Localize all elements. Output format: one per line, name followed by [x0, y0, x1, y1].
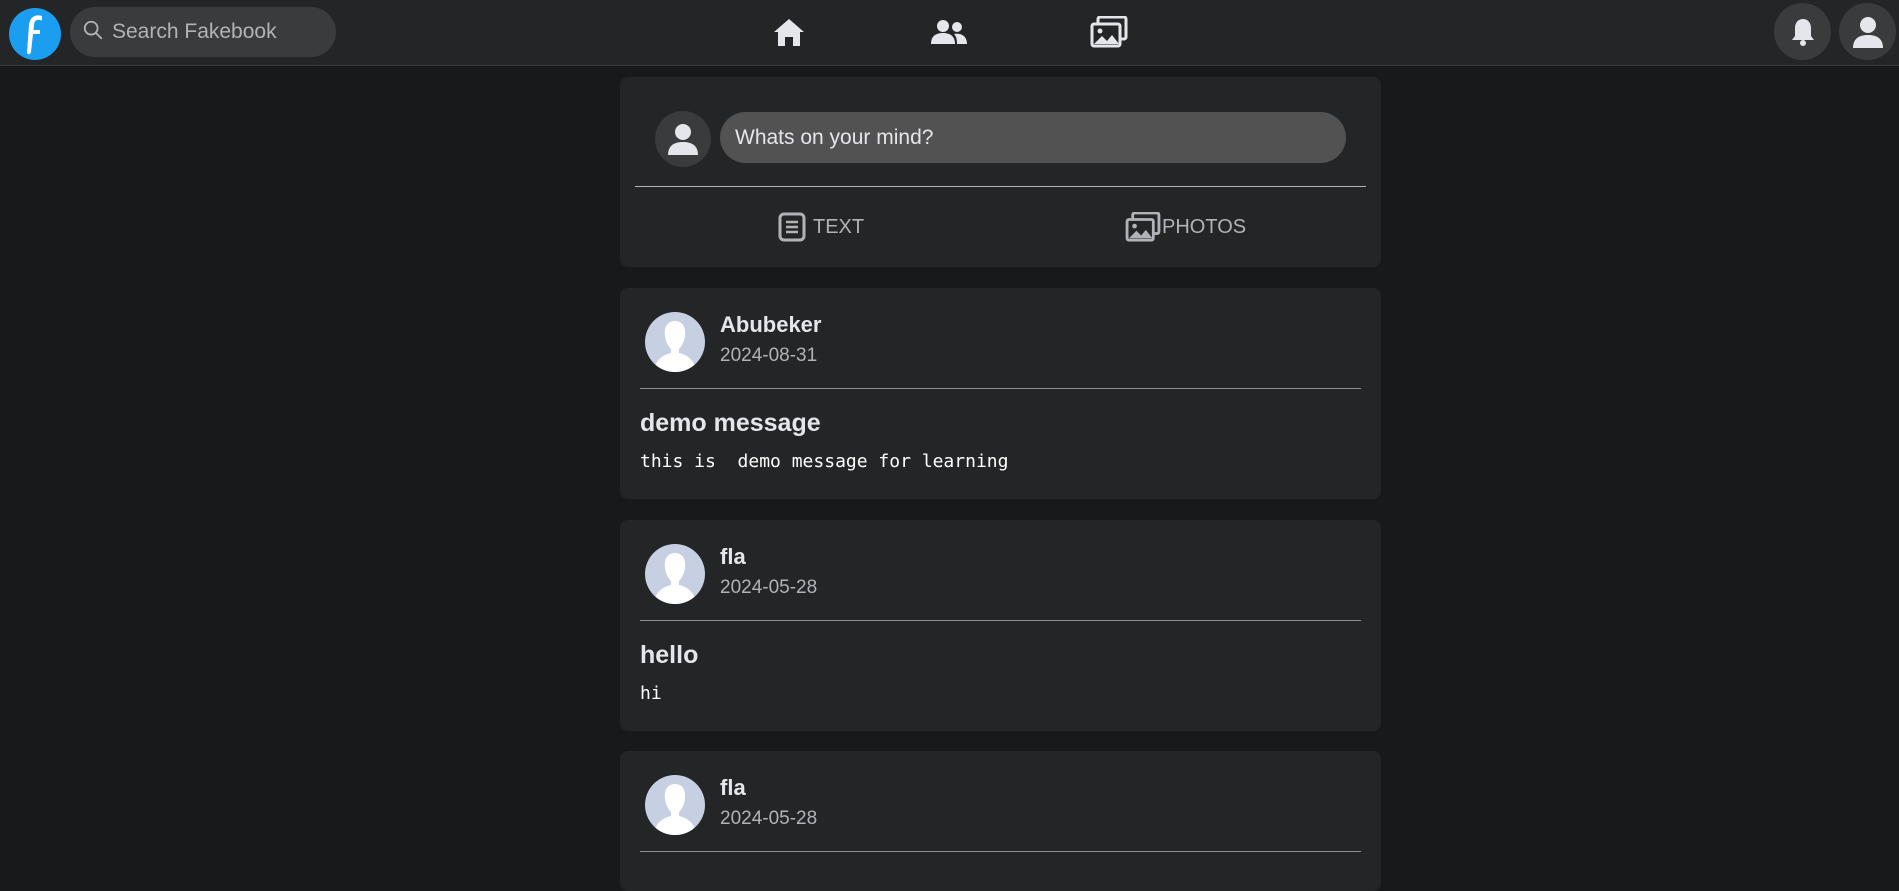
logo-f-glyph	[27, 15, 42, 55]
post-divider	[640, 851, 1361, 852]
post-date: 2024-05-28	[720, 577, 818, 598]
default-avatar-icon	[653, 321, 697, 372]
bell-icon	[1791, 18, 1814, 46]
post-divider	[640, 388, 1361, 389]
search-input[interactable]	[110, 19, 336, 45]
post-body: this is demo message for learning	[640, 451, 1009, 472]
user-icon	[1852, 16, 1883, 48]
default-avatar-icon	[653, 553, 697, 604]
post-card: fla 2024-05-28	[620, 751, 1381, 891]
photos-icon	[1125, 212, 1161, 242]
text-post-button[interactable]: TEXT	[778, 209, 864, 245]
account-button[interactable]	[1839, 3, 1896, 60]
post-author[interactable]: Abubeker	[720, 312, 821, 338]
author-avatar[interactable]	[645, 544, 705, 604]
post-author[interactable]: fla	[720, 544, 746, 570]
post-date: 2024-08-31	[720, 345, 818, 366]
nav-photos[interactable]	[1079, 11, 1139, 53]
search-box[interactable]	[70, 7, 336, 57]
post-title: hello	[640, 641, 699, 669]
photos-post-button[interactable]: PHOTOS	[1125, 209, 1246, 245]
top-navbar	[0, 0, 1899, 66]
notifications-button[interactable]	[1774, 3, 1831, 60]
text-note-icon	[778, 212, 806, 242]
user-icon	[668, 124, 698, 155]
post-date: 2024-05-28	[720, 808, 818, 829]
post-title: demo message	[640, 409, 821, 437]
nav-home[interactable]	[759, 11, 819, 53]
post-divider	[640, 620, 1361, 621]
fakebook-logo[interactable]	[9, 8, 61, 60]
composer-divider	[635, 186, 1366, 187]
post-card: fla 2024-05-28 hello hi	[620, 520, 1381, 731]
composer-avatar	[655, 111, 711, 167]
post-composer: Whats on your mind? TEXT PHOTOS	[620, 77, 1381, 267]
photos-post-label: PHOTOS	[1162, 215, 1247, 238]
nav-friends[interactable]	[919, 11, 979, 53]
whats-on-your-mind-input[interactable]: Whats on your mind?	[720, 112, 1346, 163]
home-icon	[774, 19, 804, 46]
post-author[interactable]: fla	[720, 775, 746, 801]
friends-icon	[931, 20, 967, 44]
text-post-label: TEXT	[813, 215, 865, 238]
post-card: Abubeker 2024-08-31 demo message this is…	[620, 288, 1381, 499]
search-icon	[82, 19, 104, 46]
author-avatar[interactable]	[645, 312, 705, 372]
author-avatar[interactable]	[645, 775, 705, 835]
default-avatar-icon	[653, 784, 697, 835]
photos-icon	[1090, 16, 1128, 48]
post-body: hi	[640, 683, 662, 704]
